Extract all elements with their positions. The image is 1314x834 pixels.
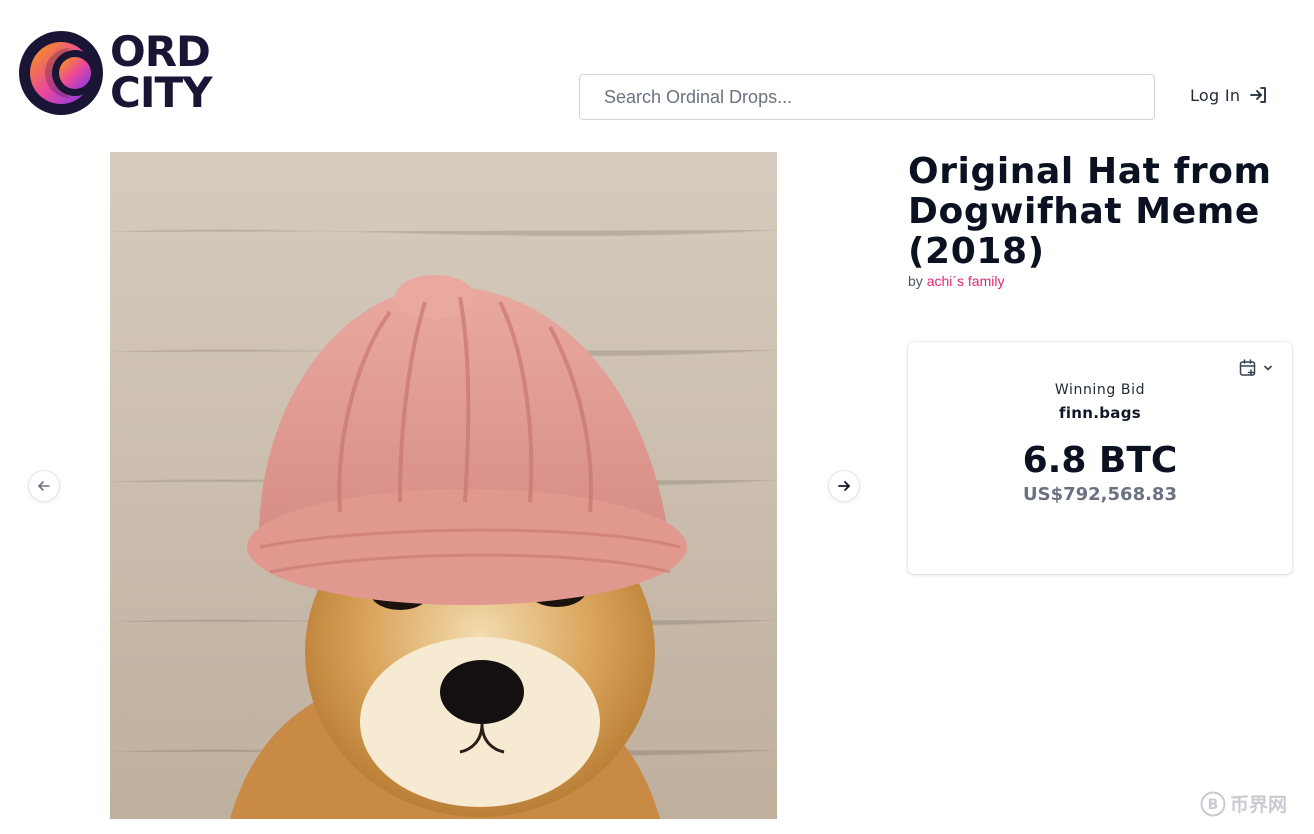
bitcoin-coin-icon: B [1200,791,1226,816]
search-box[interactable] [579,74,1155,120]
watermark-text: 币界网 [1230,794,1288,816]
item-byline: by achi´s family [908,273,1004,289]
bid-amount: 6.8 BTC [1022,440,1178,481]
bid-fiat-value: US$792,568.83 [1023,484,1177,505]
artwork-image [110,152,777,819]
byline-prefix: by [908,273,923,289]
winning-bidder: finn.bags [1059,404,1141,422]
login-button[interactable]: Log In [1190,85,1269,105]
carousel-next-button[interactable] [828,470,860,502]
brand-line-2: CITY [110,68,213,117]
carousel-prev-button[interactable] [28,470,60,502]
bid-status-label: Winning Bid [1054,382,1146,398]
brand-wordmark: ORD CITY [110,27,213,117]
item-title: Original Hat from Dogwifhat Meme (2018) [908,151,1272,272]
brand-line-1: ORD [110,27,211,76]
brand-logo[interactable]: ORD CITY [18,28,228,118]
bid-card: Winning Bid finn.bags 6.8 BTC US$792,568… [908,342,1292,574]
search-input[interactable] [580,75,1154,119]
login-label: Log In [1190,85,1241,105]
ord-city-logo-icon [19,31,103,115]
svg-text:B: B [1208,797,1219,813]
arrow-right-icon [838,481,850,491]
login-icon [1250,87,1267,103]
artist-link[interactable]: achi´s family [927,273,1005,289]
chevron-down-icon [1264,365,1272,371]
calendar-plus-icon [1239,359,1256,376]
add-to-calendar-button[interactable] [1238,358,1274,378]
arrow-left-icon [38,481,50,491]
watermark: B 币界网 [1200,790,1287,817]
